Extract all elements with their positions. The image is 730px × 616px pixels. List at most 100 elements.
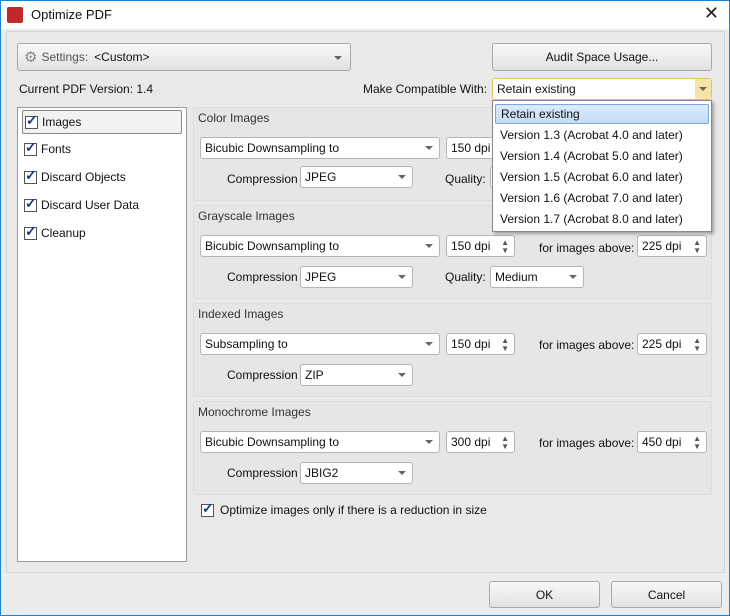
select-value: ZIP [305, 368, 324, 382]
spinner-value: 150 dpi [451, 337, 491, 351]
title-bar: Optimize PDF ✕ [1, 1, 729, 29]
indexed-above-spinner[interactable]: 225 dpi ▲ ▼ [637, 333, 707, 355]
select-value: JPEG [305, 170, 337, 184]
select-value: Bicubic Downsampling to [205, 435, 340, 449]
spinner-arrows-icon[interactable]: ▲ ▼ [693, 337, 701, 353]
above-label: for images above: [539, 436, 635, 450]
mono-above-spinner[interactable]: 450 dpi ▲ ▼ [637, 431, 707, 453]
chevron-down-icon [425, 440, 433, 444]
sidebar-item-cleanup[interactable]: Cleanup [22, 221, 182, 245]
chevron-down-icon [569, 275, 577, 279]
compression-label: Compression [227, 172, 298, 186]
chevron-down-icon [334, 56, 342, 60]
gray-compression-select[interactable]: JPEG [300, 266, 413, 288]
chevron-down-icon [398, 373, 406, 377]
audit-space-usage-button[interactable]: Audit Space Usage... [492, 43, 712, 71]
optimize-pdf-dialog: Optimize PDF ✕ ⚙ Settings: <Custom> Audi… [0, 0, 730, 616]
compat-label: Make Compatible With: [363, 82, 488, 96]
window-title: Optimize PDF [31, 7, 112, 22]
spinner-value: 150 dpi [451, 141, 491, 155]
spinner-value: 225 dpi [642, 337, 682, 351]
checkbox[interactable] [24, 195, 37, 212]
chevron-down-icon [699, 87, 707, 91]
color-compression-select[interactable]: JPEG [300, 166, 413, 188]
checkbox[interactable] [24, 139, 37, 156]
spinner-arrows-icon[interactable]: ▲ ▼ [501, 239, 509, 255]
select-value: Subsampling to [205, 337, 288, 351]
compression-label: Compression [227, 466, 298, 480]
chevron-down-icon [398, 471, 406, 475]
sidebar-item-discard-objects[interactable]: Discard Objects [22, 165, 182, 189]
spinner-value: 300 dpi [451, 435, 491, 449]
gear-icon: ⚙ [24, 49, 38, 66]
settings-value: <Custom> [94, 50, 150, 64]
chevron-down-icon [425, 146, 433, 150]
select-value: Bicubic Downsampling to [205, 239, 340, 253]
compression-label: Compression [227, 368, 298, 382]
group-title: Color Images [198, 111, 270, 125]
compat-value: Retain existing [497, 82, 576, 96]
compat-dropdown-list: Retain existing Version 1.3 (Acrobat 4.0… [492, 100, 712, 232]
compat-option[interactable]: Retain existing [495, 104, 709, 124]
compat-option[interactable]: Version 1.4 (Acrobat 5.0 and later) [495, 146, 709, 166]
spinner-value: 225 dpi [642, 239, 682, 253]
select-value: Bicubic Downsampling to [205, 141, 340, 155]
sidebar-item-discard-user-data[interactable]: Discard User Data [22, 193, 182, 217]
group-title: Monochrome Images [198, 405, 311, 419]
optimize-only-label: Optimize images only if there is a reduc… [220, 503, 487, 517]
chevron-down-icon [425, 342, 433, 346]
mono-compression-select[interactable]: JBIG2 [300, 462, 413, 484]
chevron-down-icon [425, 244, 433, 248]
indexed-dpi-spinner[interactable]: 150 dpi ▲ ▼ [446, 333, 515, 355]
checkbox[interactable] [25, 112, 38, 129]
compat-option[interactable]: Version 1.6 (Acrobat 7.0 and later) [495, 188, 709, 208]
spinner-arrows-icon[interactable]: ▲ ▼ [693, 435, 701, 451]
group-title: Grayscale Images [198, 209, 295, 223]
spinner-arrows-icon[interactable]: ▲ ▼ [501, 337, 509, 353]
select-value: JBIG2 [305, 466, 339, 480]
compression-label: Compression [227, 270, 298, 284]
close-icon[interactable]: ✕ [704, 3, 719, 24]
select-value: JPEG [305, 270, 337, 284]
indexed-method-select[interactable]: Subsampling to [200, 333, 440, 355]
cancel-button[interactable]: Cancel [611, 581, 722, 608]
spinner-arrows-icon[interactable]: ▲ ▼ [501, 435, 509, 451]
item-label: Discard Objects [41, 170, 126, 184]
gray-quality-select[interactable]: Medium [490, 266, 584, 288]
quality-label: Quality: [445, 270, 486, 284]
quality-label: Quality: [445, 172, 486, 186]
chevron-down-icon [398, 175, 406, 179]
spinner-value: 150 dpi [451, 239, 491, 253]
checkbox[interactable] [201, 500, 214, 517]
settings-label: Settings: [41, 50, 89, 64]
mono-method-select[interactable]: Bicubic Downsampling to [200, 431, 440, 453]
settings-dropdown[interactable]: ⚙ Settings: <Custom> [17, 43, 351, 71]
above-label: for images above: [539, 338, 635, 352]
sidebar-item-images[interactable]: Images [22, 110, 182, 134]
sidebar-item-fonts[interactable]: Fonts [22, 137, 182, 161]
compat-select[interactable]: Retain existing [492, 78, 712, 100]
item-label: Cleanup [41, 226, 86, 240]
item-label: Fonts [41, 142, 72, 156]
spinner-arrows-icon[interactable]: ▲ ▼ [693, 239, 701, 255]
compat-option[interactable]: Version 1.5 (Acrobat 6.0 and later) [495, 167, 709, 187]
mono-dpi-spinner[interactable]: 300 dpi ▲ ▼ [446, 431, 515, 453]
indexed-compression-select[interactable]: ZIP [300, 364, 413, 386]
optimize-only-checkbox[interactable]: Optimize images only if there is a reduc… [199, 500, 487, 517]
item-label: Discard User Data [41, 198, 140, 212]
gray-dpi-spinner[interactable]: 150 dpi ▲ ▼ [446, 235, 515, 257]
color-method-select[interactable]: Bicubic Downsampling to [200, 137, 440, 159]
checkbox[interactable] [24, 223, 37, 240]
ok-button[interactable]: OK [489, 581, 600, 608]
group-title: Indexed Images [198, 307, 284, 321]
chevron-down-icon [398, 275, 406, 279]
gray-method-select[interactable]: Bicubic Downsampling to [200, 235, 440, 257]
item-label: Images [42, 115, 82, 129]
compat-option[interactable]: Version 1.3 (Acrobat 4.0 and later) [495, 125, 709, 145]
select-value: Medium [495, 270, 538, 284]
gray-above-spinner[interactable]: 225 dpi ▲ ▼ [637, 235, 707, 257]
compat-option[interactable]: Version 1.7 (Acrobat 8.0 and later) [495, 209, 709, 229]
checkbox[interactable] [24, 167, 37, 184]
dropdown-button[interactable] [695, 79, 711, 99]
spinner-value: 450 dpi [642, 435, 682, 449]
